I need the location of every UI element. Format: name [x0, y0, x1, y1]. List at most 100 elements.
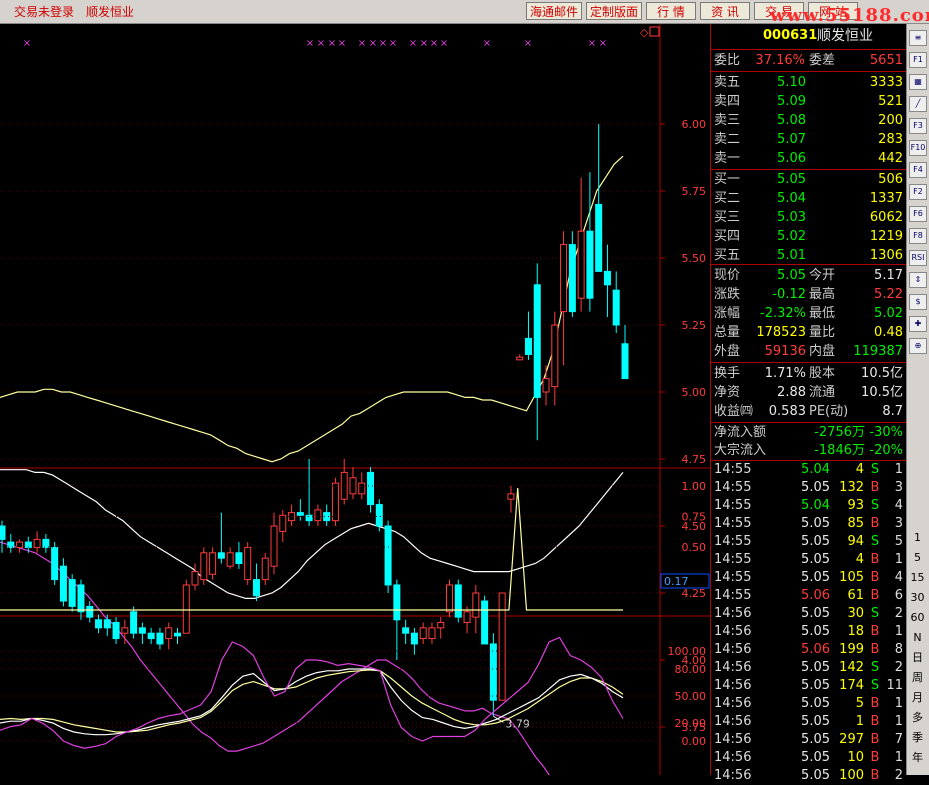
chart-icon[interactable]: ▦	[909, 74, 927, 90]
candle[interactable]	[542, 365, 550, 406]
period-button-11[interactable]: 年	[907, 749, 928, 767]
candle[interactable]	[7, 534, 15, 553]
candle[interactable]	[595, 124, 603, 272]
candle[interactable]	[209, 547, 217, 580]
period-button-8[interactable]: 月	[907, 689, 928, 707]
candle[interactable]	[331, 477, 339, 526]
candle[interactable]	[0, 520, 6, 553]
quotes-button[interactable]: 行 情	[646, 2, 696, 20]
candle[interactable]	[16, 539, 24, 553]
plus-icon[interactable]: ✚	[909, 316, 927, 332]
zoom-icon[interactable]: ⊕	[909, 338, 927, 354]
candle[interactable]	[59, 558, 67, 607]
period-button-7[interactable]: 周	[907, 669, 928, 687]
candle[interactable]	[551, 311, 559, 406]
candle[interactable]	[68, 574, 76, 612]
candle[interactable]	[270, 512, 278, 575]
candle[interactable]	[95, 614, 103, 634]
candle[interactable]	[182, 579, 190, 634]
kline-chart-area[interactable]: ◇ 6.00 5.75 5.50 5.25 5.00 4.75 4.50 4.25 4.00 3.…	[0, 24, 710, 785]
f1-icon[interactable]: F1	[909, 52, 927, 68]
candle[interactable]	[621, 325, 629, 380]
candle[interactable]	[481, 595, 489, 645]
f10-icon[interactable]: F10	[909, 140, 927, 156]
ask-row[interactable]: 卖四 5.09 521	[711, 93, 906, 111]
bid-row[interactable]: 买一 5.05 506	[711, 171, 906, 189]
candle[interactable]	[472, 584, 480, 634]
period-button-1[interactable]: 5	[907, 549, 928, 567]
ask-row[interactable]: 卖三 5.08 200	[711, 112, 906, 130]
candle[interactable]	[533, 263, 541, 441]
candle[interactable]	[384, 520, 392, 593]
news-button[interactable]: 资 讯	[700, 2, 750, 20]
period-button-4[interactable]: 60	[907, 609, 928, 627]
diamond-icon[interactable]: ◇	[640, 26, 649, 39]
candle[interactable]	[33, 531, 41, 553]
candle[interactable]	[586, 172, 594, 312]
candle[interactable]	[560, 231, 568, 366]
ask-row[interactable]: 卖二 5.07 283	[711, 131, 906, 149]
candle[interactable]	[147, 627, 155, 644]
period-button-2[interactable]: 15	[907, 569, 928, 587]
f3-icon[interactable]: F3	[909, 118, 927, 134]
candle[interactable]	[252, 563, 260, 602]
candle[interactable]	[446, 579, 454, 618]
candle[interactable]	[173, 627, 181, 644]
candle[interactable]	[489, 633, 497, 717]
candle[interactable]	[235, 542, 243, 569]
candle[interactable]	[296, 499, 304, 521]
candle[interactable]	[86, 601, 94, 623]
candle[interactable]	[261, 552, 269, 585]
candle[interactable]	[498, 592, 506, 701]
candle[interactable]	[191, 563, 199, 591]
line-chart-icon[interactable]: ╱	[909, 96, 927, 112]
candle[interactable]	[393, 579, 401, 660]
bid-row[interactable]: 买五 5.01 1306	[711, 247, 906, 265]
f8-icon[interactable]: F8	[909, 228, 927, 244]
candle[interactable]	[138, 622, 146, 644]
candle[interactable]	[437, 617, 445, 639]
candle[interactable]	[217, 512, 225, 564]
kline-chart[interactable]: ◇ 6.005.755.505.255.004.754.504.254.003.…	[0, 24, 710, 785]
period-button-10[interactable]: 季	[907, 729, 928, 747]
candle[interactable]	[323, 504, 331, 526]
dollar-icon[interactable]: $	[909, 294, 927, 310]
custom-layout-button[interactable]: 定制版面	[586, 2, 642, 20]
candle[interactable]	[507, 485, 515, 513]
candle[interactable]	[577, 177, 585, 312]
candle[interactable]	[165, 622, 173, 650]
candle[interactable]	[200, 547, 208, 585]
candle[interactable]	[314, 504, 322, 526]
period-button-9[interactable]: 多	[907, 709, 928, 727]
candle[interactable]	[279, 509, 287, 543]
candle[interactable]	[454, 579, 462, 623]
candle[interactable]	[367, 467, 375, 513]
candle[interactable]	[428, 622, 436, 644]
candle[interactable]	[77, 579, 85, 620]
rsi-icon[interactable]: RSI	[909, 250, 927, 266]
candle[interactable]	[226, 547, 234, 569]
candle[interactable]	[305, 459, 313, 526]
bid-row[interactable]: 买二 5.04 1337	[711, 190, 906, 208]
f4-icon[interactable]: F4	[909, 162, 927, 178]
period-button-6[interactable]: 日	[907, 649, 928, 667]
candle[interactable]	[112, 617, 120, 644]
ask-row[interactable]: 卖五 5.10 3333	[711, 74, 906, 92]
ask-row[interactable]: 卖一 5.06 442	[711, 150, 906, 168]
candle[interactable]	[340, 459, 348, 505]
candle[interactable]	[603, 244, 611, 317]
candle[interactable]	[42, 534, 50, 553]
f6-icon[interactable]: F6	[909, 206, 927, 222]
candle[interactable]	[568, 231, 576, 317]
candle[interactable]	[130, 606, 138, 639]
bid-row[interactable]: 买三 5.03 6062	[711, 209, 906, 227]
period-button-5[interactable]: N	[907, 629, 928, 647]
bid-row[interactable]: 买四 5.02 1219	[711, 228, 906, 246]
period-button-0[interactable]: 1	[907, 529, 928, 547]
candle[interactable]	[51, 542, 59, 585]
candle[interactable]	[419, 622, 427, 644]
period-button-3[interactable]: 30	[907, 589, 928, 607]
arrow-icon[interactable]: ⇕	[909, 272, 927, 288]
f2-icon[interactable]: F2	[909, 184, 927, 200]
mail-button[interactable]: 海通邮件	[526, 2, 582, 20]
